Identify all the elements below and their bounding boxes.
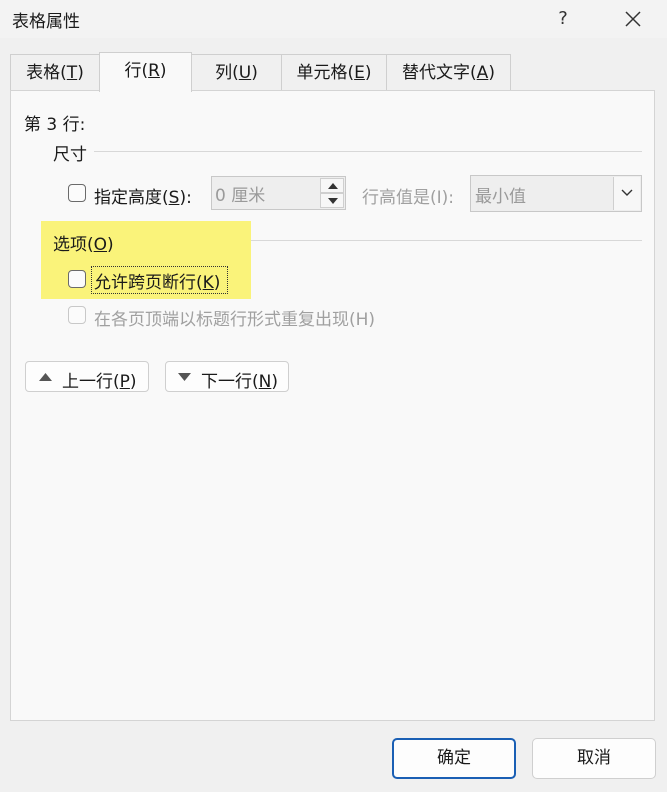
specify-height-text: 指定高度( <box>94 188 169 208</box>
tab-row-label: 行( <box>124 61 149 81</box>
spin-up-icon <box>328 183 338 189</box>
next-row-label: 下一行(N) <box>201 367 278 392</box>
tab-column[interactable]: 列(U) <box>191 54 282 91</box>
allow-break-checkbox[interactable] <box>68 270 86 288</box>
tab-row-key: R <box>148 61 160 81</box>
window-title: 表格属性 <box>12 12 80 32</box>
tab-table[interactable]: 表格(T) <box>10 54 100 91</box>
row-height-is-select[interactable]: 最小值 <box>470 175 642 212</box>
ok-button[interactable]: 确定 <box>392 738 516 779</box>
next-row-tail: ) <box>271 372 278 392</box>
spin-down-button[interactable] <box>320 193 344 208</box>
triangle-up-icon <box>39 373 52 381</box>
height-value: 0 厘米 <box>215 186 266 206</box>
size-group-divider <box>94 151 642 152</box>
allow-break-key: K <box>202 273 214 293</box>
spin-up-button[interactable] <box>320 178 344 193</box>
close-button[interactable] <box>617 4 649 34</box>
repeat-header-checkbox[interactable] <box>68 306 86 324</box>
allow-break-text: 允许跨页断行( <box>94 273 203 293</box>
cancel-button[interactable]: 取消 <box>532 738 656 779</box>
next-row-text: 下一行( <box>201 372 259 392</box>
previous-row-tail: ) <box>129 372 137 392</box>
tab-table-tail: ) <box>77 63 84 83</box>
close-icon <box>625 11 641 27</box>
tab-table-key: T <box>66 63 78 83</box>
tab-alt-text-key: A <box>476 63 489 83</box>
tab-alt-text[interactable]: 替代文字(A) <box>386 54 511 91</box>
specify-height-label: 指定高度(S): <box>94 183 192 208</box>
title-bar: 表格属性 ? <box>0 0 667 38</box>
chevron-down-icon <box>621 189 633 196</box>
repeat-header-label: 在各页顶端以标题行形式重复出现(H) <box>94 310 376 330</box>
tab-alt-text-label: 替代文字( <box>402 63 477 83</box>
tab-column-key: U <box>238 63 252 83</box>
row-height-is-value: 最小值 <box>475 187 526 207</box>
size-group-label: 尺寸 <box>53 145 87 165</box>
tab-column-tail: ) <box>251 63 258 83</box>
next-row-key: N <box>258 372 272 392</box>
tab-row-tail: ) <box>159 61 167 81</box>
options-group-text: 选项( <box>53 235 94 255</box>
allow-break-label: 允许跨页断行(K) <box>94 268 220 293</box>
tab-cell-key: E <box>354 63 365 83</box>
help-button[interactable]: ? <box>548 4 578 34</box>
specify-height-key: S <box>168 188 180 208</box>
tab-cell-label: 单元格( <box>296 63 355 83</box>
next-row-button[interactable]: 下一行(N) <box>165 361 289 392</box>
tab-cell[interactable]: 单元格(E) <box>281 54 387 91</box>
allow-break-tail: ) <box>213 273 221 293</box>
tab-cell-tail: ) <box>364 63 372 83</box>
previous-row-button[interactable]: 上一行(P) <box>25 361 149 392</box>
tab-row[interactable]: 行(R) <box>99 52 192 92</box>
tab-column-label: 列( <box>215 63 239 83</box>
tab-alt-text-tail: ) <box>488 63 495 83</box>
row-height-is-label: 行高值是(I): <box>362 188 455 208</box>
previous-row-key: P <box>119 372 130 392</box>
specify-height-checkbox[interactable] <box>68 184 86 202</box>
previous-row-text: 上一行( <box>62 372 120 392</box>
row-heading: 第 3 行: <box>24 115 86 135</box>
options-group-label: 选项(O) <box>53 230 114 255</box>
tab-table-label: 表格( <box>26 63 67 83</box>
spin-down-icon <box>328 198 338 204</box>
previous-row-label: 上一行(P) <box>62 367 137 392</box>
options-group-key: O <box>93 235 108 255</box>
height-spinner[interactable]: 0 厘米 <box>211 176 346 210</box>
dropdown-button[interactable] <box>613 177 640 210</box>
triangle-down-icon <box>178 373 191 381</box>
specify-height-tail: ): <box>179 188 192 208</box>
options-group-tail: ) <box>107 235 114 255</box>
options-group-divider <box>251 240 642 241</box>
